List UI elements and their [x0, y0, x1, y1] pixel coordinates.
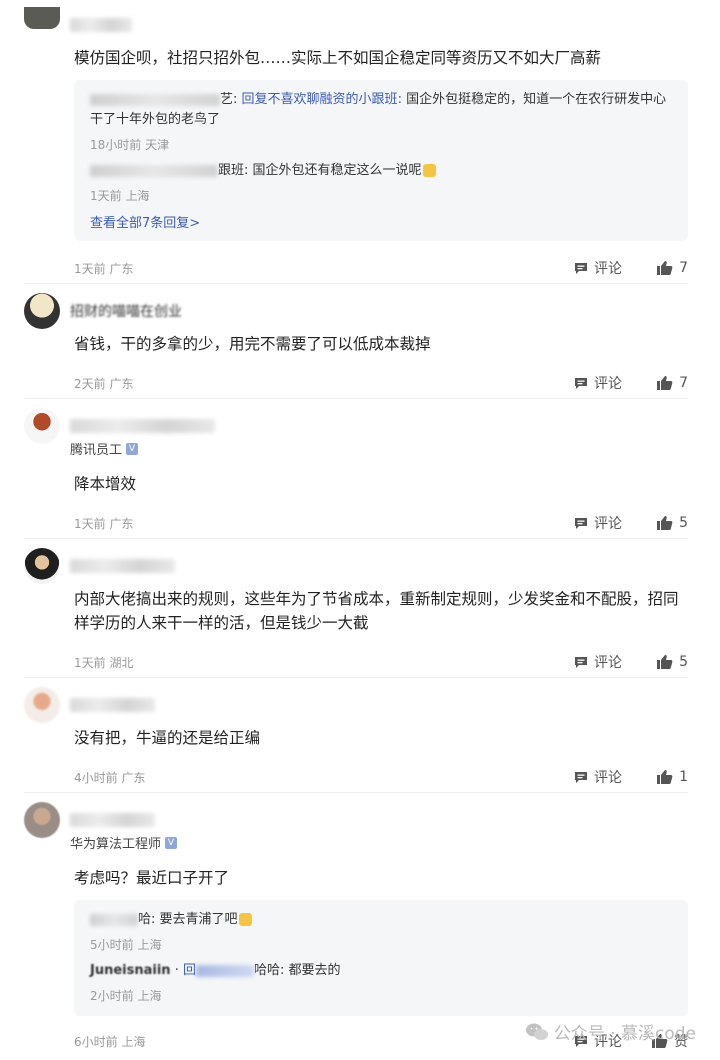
thumbs-up-icon [657, 376, 673, 390]
reply-divider: · [174, 963, 179, 978]
comment-text: 没有把，牛逼的还是给正编 [74, 729, 261, 747]
reply-meta: 18小时前 天津 [90, 138, 170, 152]
like-button[interactable]: 7 [652, 375, 688, 391]
user-tag: 腾讯员工 V [70, 439, 688, 458]
reply-to-link[interactable]: 回 [183, 963, 196, 978]
avatar[interactable] [24, 548, 60, 584]
reply-item: 哈: 要去青浦了吧 [90, 910, 672, 930]
comment: 华为算法工程师 V 考虑吗？最近口子开了 哈: 要去青浦了吧 5小时前 上海 Ju… [24, 793, 688, 1056]
comment-time: 1天前 湖北 [74, 655, 134, 670]
comment-time: 2天前 广东 [74, 376, 134, 391]
comment-meta: 1天前 广东 评论 7 [74, 253, 688, 283]
comment-icon [575, 263, 587, 274]
comment-meta: 4小时前 广东 评论 1 [74, 762, 688, 792]
comment-text: 考虑吗？最近口子开了 [74, 869, 230, 887]
comment-button[interactable]: 评论 [574, 373, 622, 393]
username[interactable] [70, 559, 175, 573]
reply-box: 艺: 回复不喜欢聊融资的小跟班: 国企外包挺稳定的，知道一个在农行研发中心干了十… [74, 80, 688, 241]
reply-text: 国企外包还有稳定这么一说呢 [252, 163, 422, 178]
username[interactable]: 招财的喵喵在创业 [70, 301, 182, 321]
comment-text: 模仿国企呗，社招只招外包……实际上不如国企稳定同等资历又不如大厂高薪 [74, 49, 602, 67]
verified-icon: V [126, 442, 139, 455]
comment: 招财的喵喵在创业 省钱，干的多拿的少，用完不需要了可以低成本裁掉 2天前 广东 … [24, 284, 688, 399]
comment-time: 1天前 广东 [74, 516, 134, 531]
like-button[interactable]: 5 [652, 654, 688, 670]
avatar[interactable] [24, 293, 60, 329]
comment-button[interactable]: 评论 [574, 258, 622, 278]
like-button[interactable]: 5 [652, 515, 688, 531]
emoji-icon [422, 164, 436, 177]
comment-meta: 1天前 湖北 评论 5 [74, 647, 688, 677]
comment-text: 降本增效 [74, 475, 137, 493]
reply-to-username[interactable] [196, 964, 254, 977]
reply-item: 艺: 回复不喜欢聊融资的小跟班: 国企外包挺稳定的，知道一个在农行研发中心干了十… [90, 92, 667, 127]
comment-button[interactable]: 评论 [574, 652, 622, 672]
reply-meta: 1天前 上海 [90, 189, 150, 203]
username[interactable] [70, 18, 132, 32]
emoji-icon [238, 913, 252, 926]
thumbs-up-icon [657, 655, 673, 669]
reply-meta: 2小时前 上海 [90, 989, 162, 1003]
wechat-icon [525, 1023, 548, 1040]
reply-meta: 5小时前 上海 [90, 938, 162, 952]
comment-text: 省钱，干的多拿的少，用完不需要了可以低成本裁掉 [74, 335, 431, 353]
comment: 没有把，牛逼的还是给正编 4小时前 广东 评论 1 [24, 678, 688, 793]
comment-time: 4小时前 广东 [74, 770, 146, 785]
comment-icon [575, 657, 587, 668]
thumbs-up-icon [657, 770, 673, 784]
avatar[interactable] [24, 408, 60, 444]
username[interactable] [70, 698, 155, 712]
avatar[interactable] [24, 802, 60, 838]
comment-text: 内部大佬搞出来的规则，这些年为了节省成本，重新制定规则，少发奖金和不配股，招同样… [74, 590, 679, 632]
comment-meta: 1天前 广东 评论 5 [74, 508, 688, 538]
reply-username[interactable]: Juneisnaiin [90, 963, 171, 978]
reply-text: 要去青浦了吧 [159, 912, 238, 927]
like-button[interactable]: 1 [652, 769, 688, 785]
like-button[interactable]: 7 [652, 260, 688, 276]
reply-item: Juneisnaiin · 回哈哈: 都要去的 [90, 963, 341, 978]
comment: 内部大佬搞出来的规则，这些年为了节省成本，重新制定规则，少发奖金和不配股，招同样… [24, 539, 688, 678]
comment-button[interactable]: 评论 [574, 513, 622, 533]
avatar[interactable] [24, 7, 60, 29]
reply-username[interactable] [90, 93, 220, 106]
username[interactable] [70, 419, 215, 433]
comment: 模仿国企呗，社招只招外包……实际上不如国企稳定同等资历又不如大厂高薪 艺: 回复… [24, 0, 688, 284]
view-all-replies-link[interactable]: 查看全部7条回复> [90, 212, 672, 231]
reply-item: 跟班: 国企外包还有稳定这么一说呢 [90, 161, 672, 181]
user-tag: 华为算法工程师 V [70, 833, 688, 852]
comment-icon [575, 772, 587, 783]
comment-time: 1天前 广东 [74, 261, 134, 276]
avatar[interactable] [24, 687, 60, 723]
comment-icon [575, 378, 587, 389]
comment: 腾讯员工 V 降本增效 1天前 广东 评论 5 [24, 399, 688, 539]
reply-text: 都要去的 [288, 963, 341, 978]
reply-username[interactable] [90, 913, 138, 926]
comment-icon [575, 518, 587, 529]
watermark: 公众号 · 慕溪code [525, 1019, 696, 1044]
comment-meta: 2天前 广东 评论 7 [74, 368, 688, 398]
reply-to-link[interactable]: 回复不喜欢聊融资的小跟班: [242, 92, 402, 107]
reply-box: 哈: 要去青浦了吧 5小时前 上海 Juneisnaiin · 回哈哈: 都要去… [74, 900, 688, 1016]
thumbs-up-icon [657, 261, 673, 275]
username[interactable] [70, 813, 155, 827]
reply-username[interactable] [90, 164, 218, 177]
comment-time: 6小时前 上海 [74, 1034, 146, 1049]
thumbs-up-icon [657, 516, 673, 530]
verified-icon: V [165, 836, 178, 849]
comment-button[interactable]: 评论 [574, 767, 622, 787]
